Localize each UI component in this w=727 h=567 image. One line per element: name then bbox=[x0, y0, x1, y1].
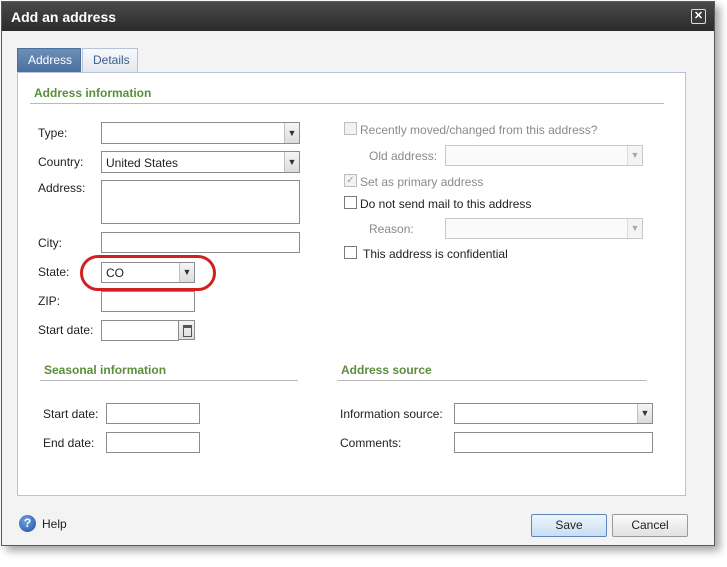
cancel-button[interactable]: Cancel bbox=[612, 514, 688, 537]
chevron-down-icon: ▼ bbox=[284, 152, 299, 172]
seasonal-start-date-input[interactable] bbox=[106, 403, 200, 424]
seasonal-start-date-label: Start date: bbox=[43, 407, 99, 421]
state-highlight-ring bbox=[80, 255, 216, 291]
zip-input[interactable] bbox=[101, 291, 195, 312]
chevron-down-icon: ▼ bbox=[627, 219, 642, 238]
country-label: Country: bbox=[38, 155, 84, 169]
tab-address[interactable]: Address bbox=[17, 48, 81, 72]
address-textarea[interactable] bbox=[101, 180, 300, 224]
close-icon[interactable]: ✕ bbox=[691, 9, 706, 24]
zip-label: ZIP: bbox=[38, 294, 61, 308]
section-divider bbox=[337, 380, 647, 381]
chevron-down-icon: ▼ bbox=[627, 146, 642, 165]
address-information-heading: Address information bbox=[34, 86, 152, 100]
recently-moved-checkbox bbox=[344, 122, 357, 135]
comments-label: Comments: bbox=[340, 436, 402, 450]
comments-input[interactable] bbox=[454, 432, 653, 453]
information-source-label: Information source: bbox=[340, 407, 443, 421]
information-source-select[interactable]: ▼ bbox=[454, 403, 653, 424]
address-label: Address: bbox=[38, 181, 86, 195]
help-icon[interactable]: ? bbox=[19, 515, 36, 532]
country-select[interactable]: United States ▼ bbox=[101, 151, 300, 173]
start-date-input[interactable] bbox=[101, 320, 179, 341]
save-button[interactable]: Save bbox=[531, 514, 607, 537]
state-label: State: bbox=[38, 265, 70, 279]
confidential-checkbox[interactable] bbox=[344, 246, 357, 259]
no-mail-checkbox[interactable] bbox=[344, 196, 357, 209]
tab-details[interactable]: Details bbox=[82, 48, 138, 72]
section-divider bbox=[40, 380, 298, 381]
seasonal-end-date-label: End date: bbox=[43, 436, 95, 450]
no-mail-label: Do not send mail to this address bbox=[360, 197, 532, 211]
primary-address-label: Set as primary address bbox=[360, 175, 484, 189]
country-value: United States bbox=[106, 156, 179, 170]
city-input[interactable] bbox=[101, 232, 300, 253]
calendar-icon[interactable] bbox=[178, 320, 195, 340]
chevron-down-icon: ▼ bbox=[637, 404, 652, 423]
type-select[interactable]: ▼ bbox=[101, 122, 300, 144]
primary-address-checkbox: ✓ bbox=[344, 174, 357, 187]
seasonal-end-date-input[interactable] bbox=[106, 432, 200, 453]
reason-select: ▼ bbox=[445, 218, 643, 239]
dialog-title: Add an address bbox=[11, 9, 117, 25]
help-link[interactable]: Help bbox=[42, 517, 67, 531]
section-divider bbox=[30, 103, 664, 104]
confidential-label: This address is confidential bbox=[363, 247, 508, 261]
old-address-select: ▼ bbox=[445, 145, 643, 166]
start-date-label: Start date: bbox=[38, 323, 94, 337]
old-address-label: Old address: bbox=[369, 149, 438, 163]
chevron-down-icon: ▼ bbox=[284, 123, 299, 143]
recently-moved-label: Recently moved/changed from this address… bbox=[360, 123, 598, 137]
seasonal-information-heading: Seasonal information bbox=[44, 363, 167, 377]
type-label: Type: bbox=[38, 126, 68, 140]
city-label: City: bbox=[38, 236, 62, 250]
title-bar: Add an address ✕ bbox=[2, 2, 714, 31]
reason-label: Reason: bbox=[369, 222, 414, 236]
address-source-heading: Address source bbox=[341, 363, 432, 377]
